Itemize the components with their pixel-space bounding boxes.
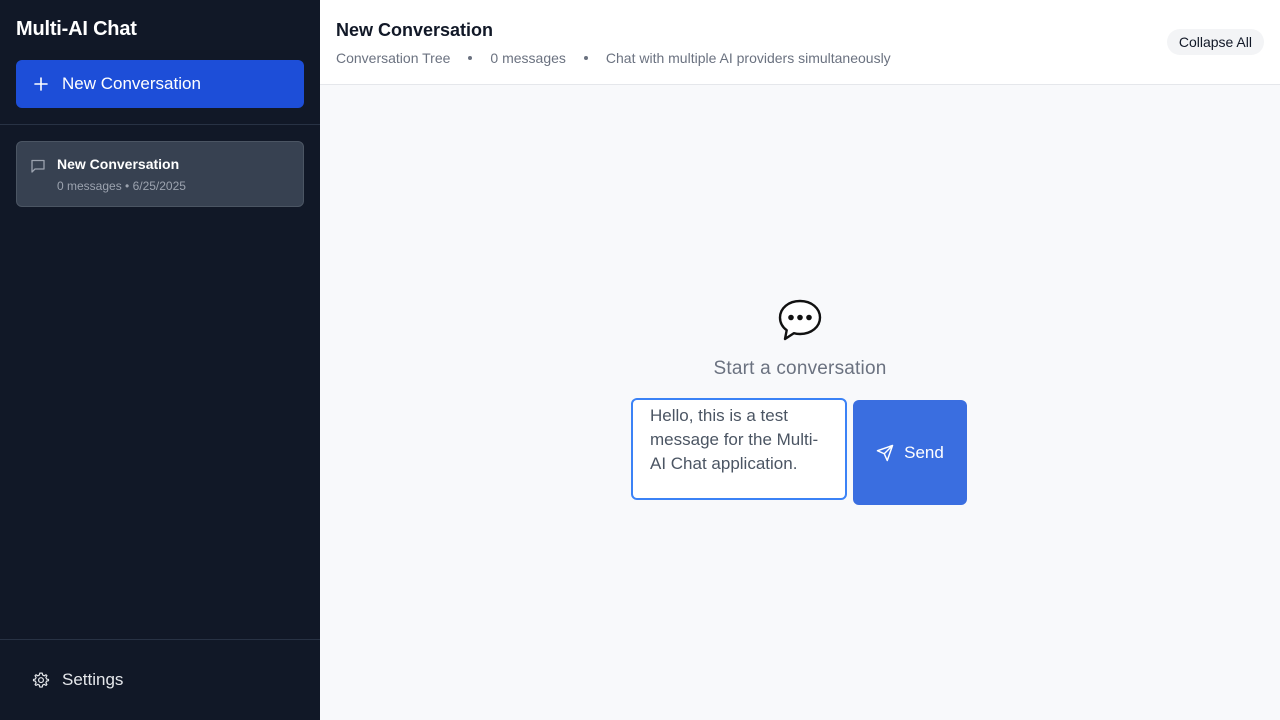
view-label: Conversation Tree bbox=[336, 50, 451, 66]
gear-icon bbox=[32, 672, 50, 688]
empty-state: Start a conversation Hello, this is a te… bbox=[320, 85, 1280, 720]
page-title: New Conversation bbox=[336, 20, 494, 40]
empty-state-label: Start a conversation bbox=[713, 358, 887, 379]
header: New Conversation Conversation Tree 0 mes… bbox=[320, 0, 1280, 85]
speech-balloon-icon bbox=[778, 299, 822, 341]
app-title: Multi-AI Chat bbox=[16, 18, 137, 40]
collapse-all-button[interactable]: Collapse All bbox=[1166, 29, 1264, 55]
settings-label: Settings bbox=[62, 670, 124, 689]
sidebar: Multi-AI Chat New Conversation New Conve… bbox=[0, 0, 320, 720]
sidebar-divider bbox=[0, 124, 320, 125]
send-icon bbox=[876, 444, 894, 461]
send-button[interactable]: Send bbox=[853, 400, 967, 505]
message-input[interactable]: Hello, this is a test message for the Mu… bbox=[631, 398, 847, 500]
sidebar-divider bbox=[0, 639, 320, 640]
new-conversation-button[interactable]: New Conversation bbox=[16, 60, 304, 108]
settings-button[interactable]: Settings bbox=[16, 660, 304, 700]
conversation-list-item[interactable]: New Conversation 0 messages • 6/25/2025 bbox=[16, 141, 304, 207]
chat-bubble-icon bbox=[31, 159, 45, 173]
conversation-title: New Conversation bbox=[57, 156, 180, 172]
message-count: 0 messages bbox=[490, 50, 566, 66]
separator-dot bbox=[583, 56, 588, 60]
separator-dot bbox=[468, 56, 473, 60]
header-subtitle: Conversation Tree 0 messages Chat with m… bbox=[336, 50, 891, 66]
plus-icon bbox=[34, 77, 48, 91]
send-label: Send bbox=[904, 442, 944, 462]
new-conversation-label: New Conversation bbox=[62, 74, 201, 93]
conversation-description: Chat with multiple AI providers simultan… bbox=[605, 50, 891, 66]
conversation-meta: 0 messages • 6/25/2025 bbox=[57, 179, 186, 193]
